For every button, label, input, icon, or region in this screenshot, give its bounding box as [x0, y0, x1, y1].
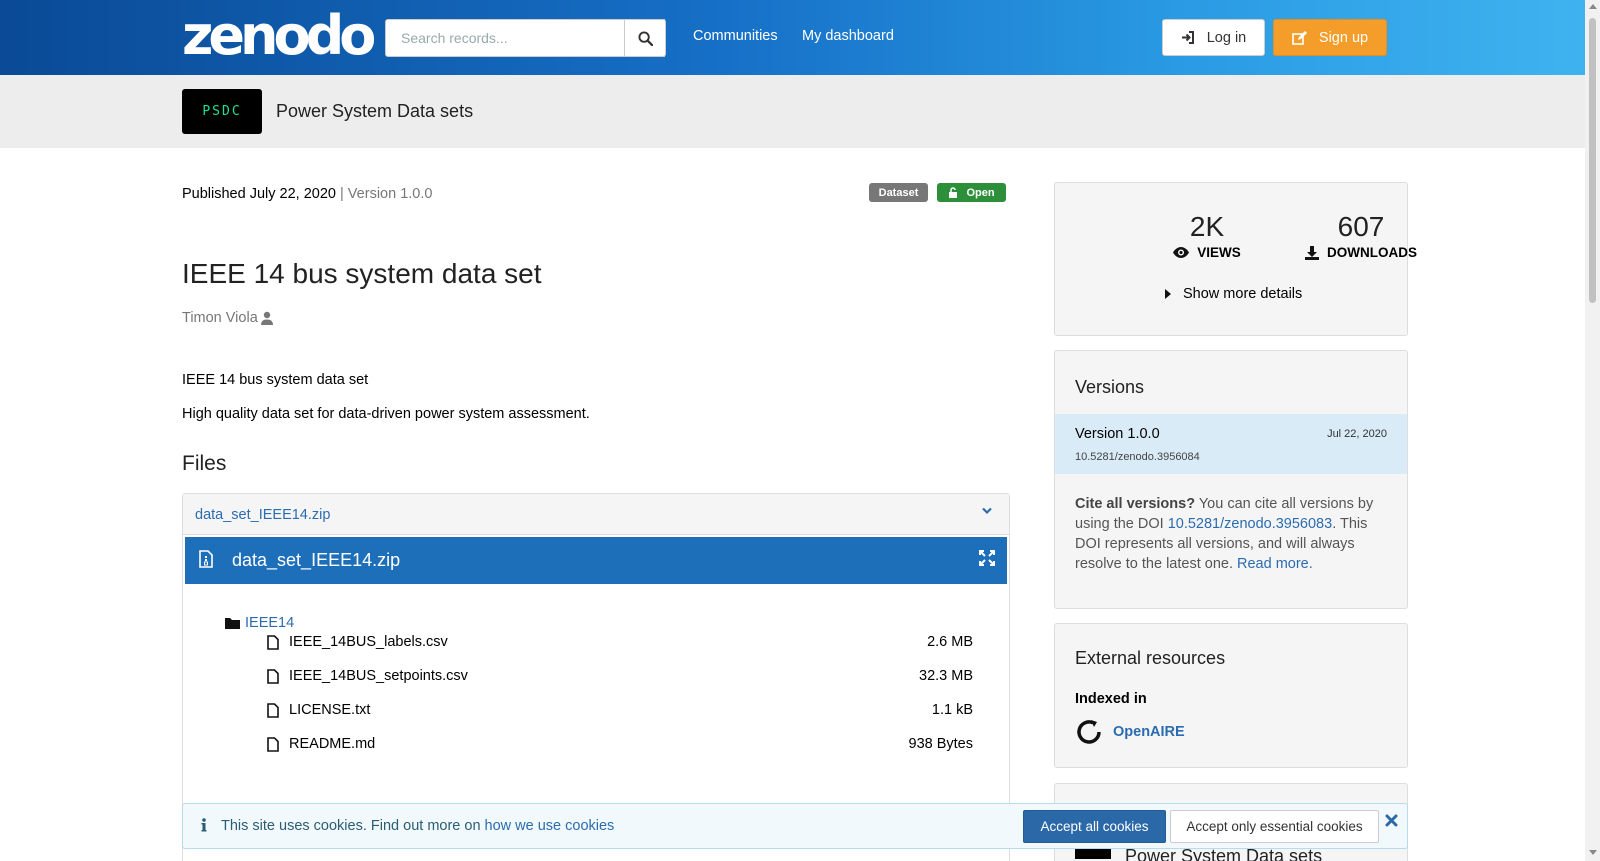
community-header: PSDC Power System Data sets: [0, 75, 1585, 148]
accept-all-cookies-button[interactable]: Accept all cookies: [1023, 810, 1166, 843]
search-input[interactable]: [385, 19, 665, 57]
version-info: | Version 1.0.0: [340, 186, 433, 202]
description-line: High quality data set for data-driven po…: [182, 406, 590, 422]
tree-folder[interactable]: IEEE14: [225, 615, 294, 631]
show-more-label: Show more details: [1183, 286, 1303, 302]
scrollbar-thumb[interactable]: [1589, 18, 1596, 303]
cookie-text: This site uses cookies. Find out more on…: [221, 818, 614, 834]
signup-label: Sign up: [1318, 29, 1369, 46]
cookie-message: This site uses cookies. Find out more on: [221, 818, 485, 834]
stats-panel: 2K VIEWS 607 DOWNLOADS Show more details: [1054, 182, 1417, 336]
unlock-icon: [949, 187, 958, 198]
file-row: LICENSE.txt 1.1 kB: [267, 702, 973, 718]
description-line: IEEE 14 bus system data set: [182, 372, 369, 388]
files-heading: Files: [182, 452, 227, 475]
openaire-icon: [1077, 720, 1101, 744]
versions-panel: Versions Version 1.0.0 Jul 22, 2020 10.5…: [1054, 350, 1408, 609]
file-row: README.md 938 Bytes: [267, 736, 973, 752]
folder-icon: [225, 618, 240, 629]
concept-doi-link[interactable]: 10.5281/zenodo.3956083: [1168, 516, 1333, 532]
login-button[interactable]: Log in: [1162, 19, 1265, 56]
author: Timon Viola: [182, 310, 274, 326]
downloads-count: 607: [1337, 211, 1385, 242]
external-heading: External resources: [1075, 648, 1226, 668]
sign-in-icon: [1181, 31, 1194, 44]
publication-info: Published July 22, 2020 | Version 1.0.0: [182, 186, 432, 202]
cookie-banner: This site uses cookies. Find out more on…: [182, 803, 1408, 849]
login-label: Log in: [1206, 29, 1247, 46]
file-row: IEEE_14BUS_setpoints.csv 32.3 MB: [267, 668, 973, 684]
preview-filename: data_set_IEEE14.zip: [232, 550, 401, 570]
show-more-details[interactable]: Show more details: [1165, 286, 1302, 302]
signup-button[interactable]: Sign up: [1273, 19, 1387, 56]
file-row: IEEE_14BUS_labels.csv 2.6 MB: [267, 634, 973, 650]
views-count: 2K: [1189, 211, 1225, 242]
openaire-link[interactable]: OpenAIRE: [1075, 718, 1185, 746]
folder-name[interactable]: IEEE14: [245, 615, 294, 631]
file-icon: [267, 702, 279, 718]
external-resources-panel: External resources Indexed in OpenAIRE: [1054, 623, 1408, 768]
scroll-down-arrow[interactable]: [1589, 850, 1597, 855]
file-size: 2.6 MB: [927, 634, 973, 650]
edit-icon: [1292, 30, 1307, 45]
versions-heading: Versions: [1075, 377, 1145, 397]
published-date: Published July 22, 2020: [182, 186, 336, 202]
file-icon: [267, 736, 279, 752]
record-title: IEEE 14 bus system data set: [182, 258, 542, 289]
expand-icon[interactable]: [979, 550, 995, 566]
open-badge-label: Open: [966, 186, 995, 199]
openaire-label[interactable]: OpenAIRE: [1113, 724, 1185, 740]
views-text: VIEWS: [1197, 245, 1241, 260]
read-more-link[interactable]: Read more.: [1237, 556, 1313, 572]
version-doi: 10.5281/zenodo.3956084: [1075, 451, 1200, 463]
files-panel-header[interactable]: data_set_IEEE14.zip: [183, 494, 1009, 535]
downloads-text: DOWNLOADS: [1327, 245, 1417, 260]
cite-all-versions: Cite all versions? You can cite all vers…: [1075, 494, 1391, 574]
nav-my-dashboard[interactable]: My dashboard: [802, 28, 894, 44]
nav-communities[interactable]: Communities: [693, 28, 778, 44]
eye-icon: [1173, 247, 1190, 258]
search-icon: [637, 30, 653, 46]
indexed-in-label: Indexed in: [1075, 691, 1147, 707]
file-name: IEEE_14BUS_labels.csv: [289, 634, 448, 650]
chevron-down-icon[interactable]: [981, 506, 993, 516]
caret-right-icon: [1165, 289, 1171, 299]
dataset-badge: Dataset: [869, 183, 928, 202]
open-access-badge: Open: [937, 183, 1006, 202]
file-name: README.md: [289, 736, 376, 752]
accept-essential-cookies-button[interactable]: Accept only essential cookies: [1170, 810, 1379, 843]
author-name[interactable]: Timon Viola: [182, 310, 258, 326]
views-label: VIEWS: [1132, 245, 1282, 260]
download-icon: [1305, 245, 1319, 260]
version-date: Jul 22, 2020: [1327, 428, 1387, 440]
preview-header: data_set_IEEE14.zip: [185, 537, 1007, 584]
file-icon: [267, 668, 279, 684]
community-name[interactable]: Power System Data sets: [276, 101, 473, 122]
top-navbar: zenodo Communities My dashboard Log in S…: [0, 0, 1585, 75]
file-archive-icon: [199, 550, 213, 568]
search-button[interactable]: [624, 19, 666, 57]
file-size: 1.1 kB: [931, 702, 973, 718]
info-icon: [201, 818, 207, 832]
zenodo-logo[interactable]: zenodo: [182, 8, 376, 64]
file-name: LICENSE.txt: [289, 702, 371, 718]
user-icon: [260, 311, 273, 325]
cookie-policy-link[interactable]: how we use cookies: [485, 818, 615, 834]
file-size: 32.3 MB: [919, 668, 973, 684]
close-icon[interactable]: [1385, 814, 1398, 827]
downloads-label: DOWNLOADS: [1286, 245, 1436, 260]
archive-link[interactable]: data_set_IEEE14.zip: [195, 507, 330, 523]
scroll-up-arrow[interactable]: [1589, 4, 1597, 9]
file-size: 938 Bytes: [908, 736, 974, 752]
community-logo[interactable]: PSDC: [182, 89, 262, 134]
version-row[interactable]: Version 1.0.0 Jul 22, 2020 10.5281/zenod…: [1055, 414, 1407, 474]
page-scrollbar[interactable]: [1585, 0, 1600, 861]
version-name[interactable]: Version 1.0.0: [1075, 426, 1160, 442]
file-name: IEEE_14BUS_setpoints.csv: [289, 668, 468, 684]
cite-question: Cite all versions?: [1075, 496, 1196, 512]
file-icon: [267, 634, 279, 650]
